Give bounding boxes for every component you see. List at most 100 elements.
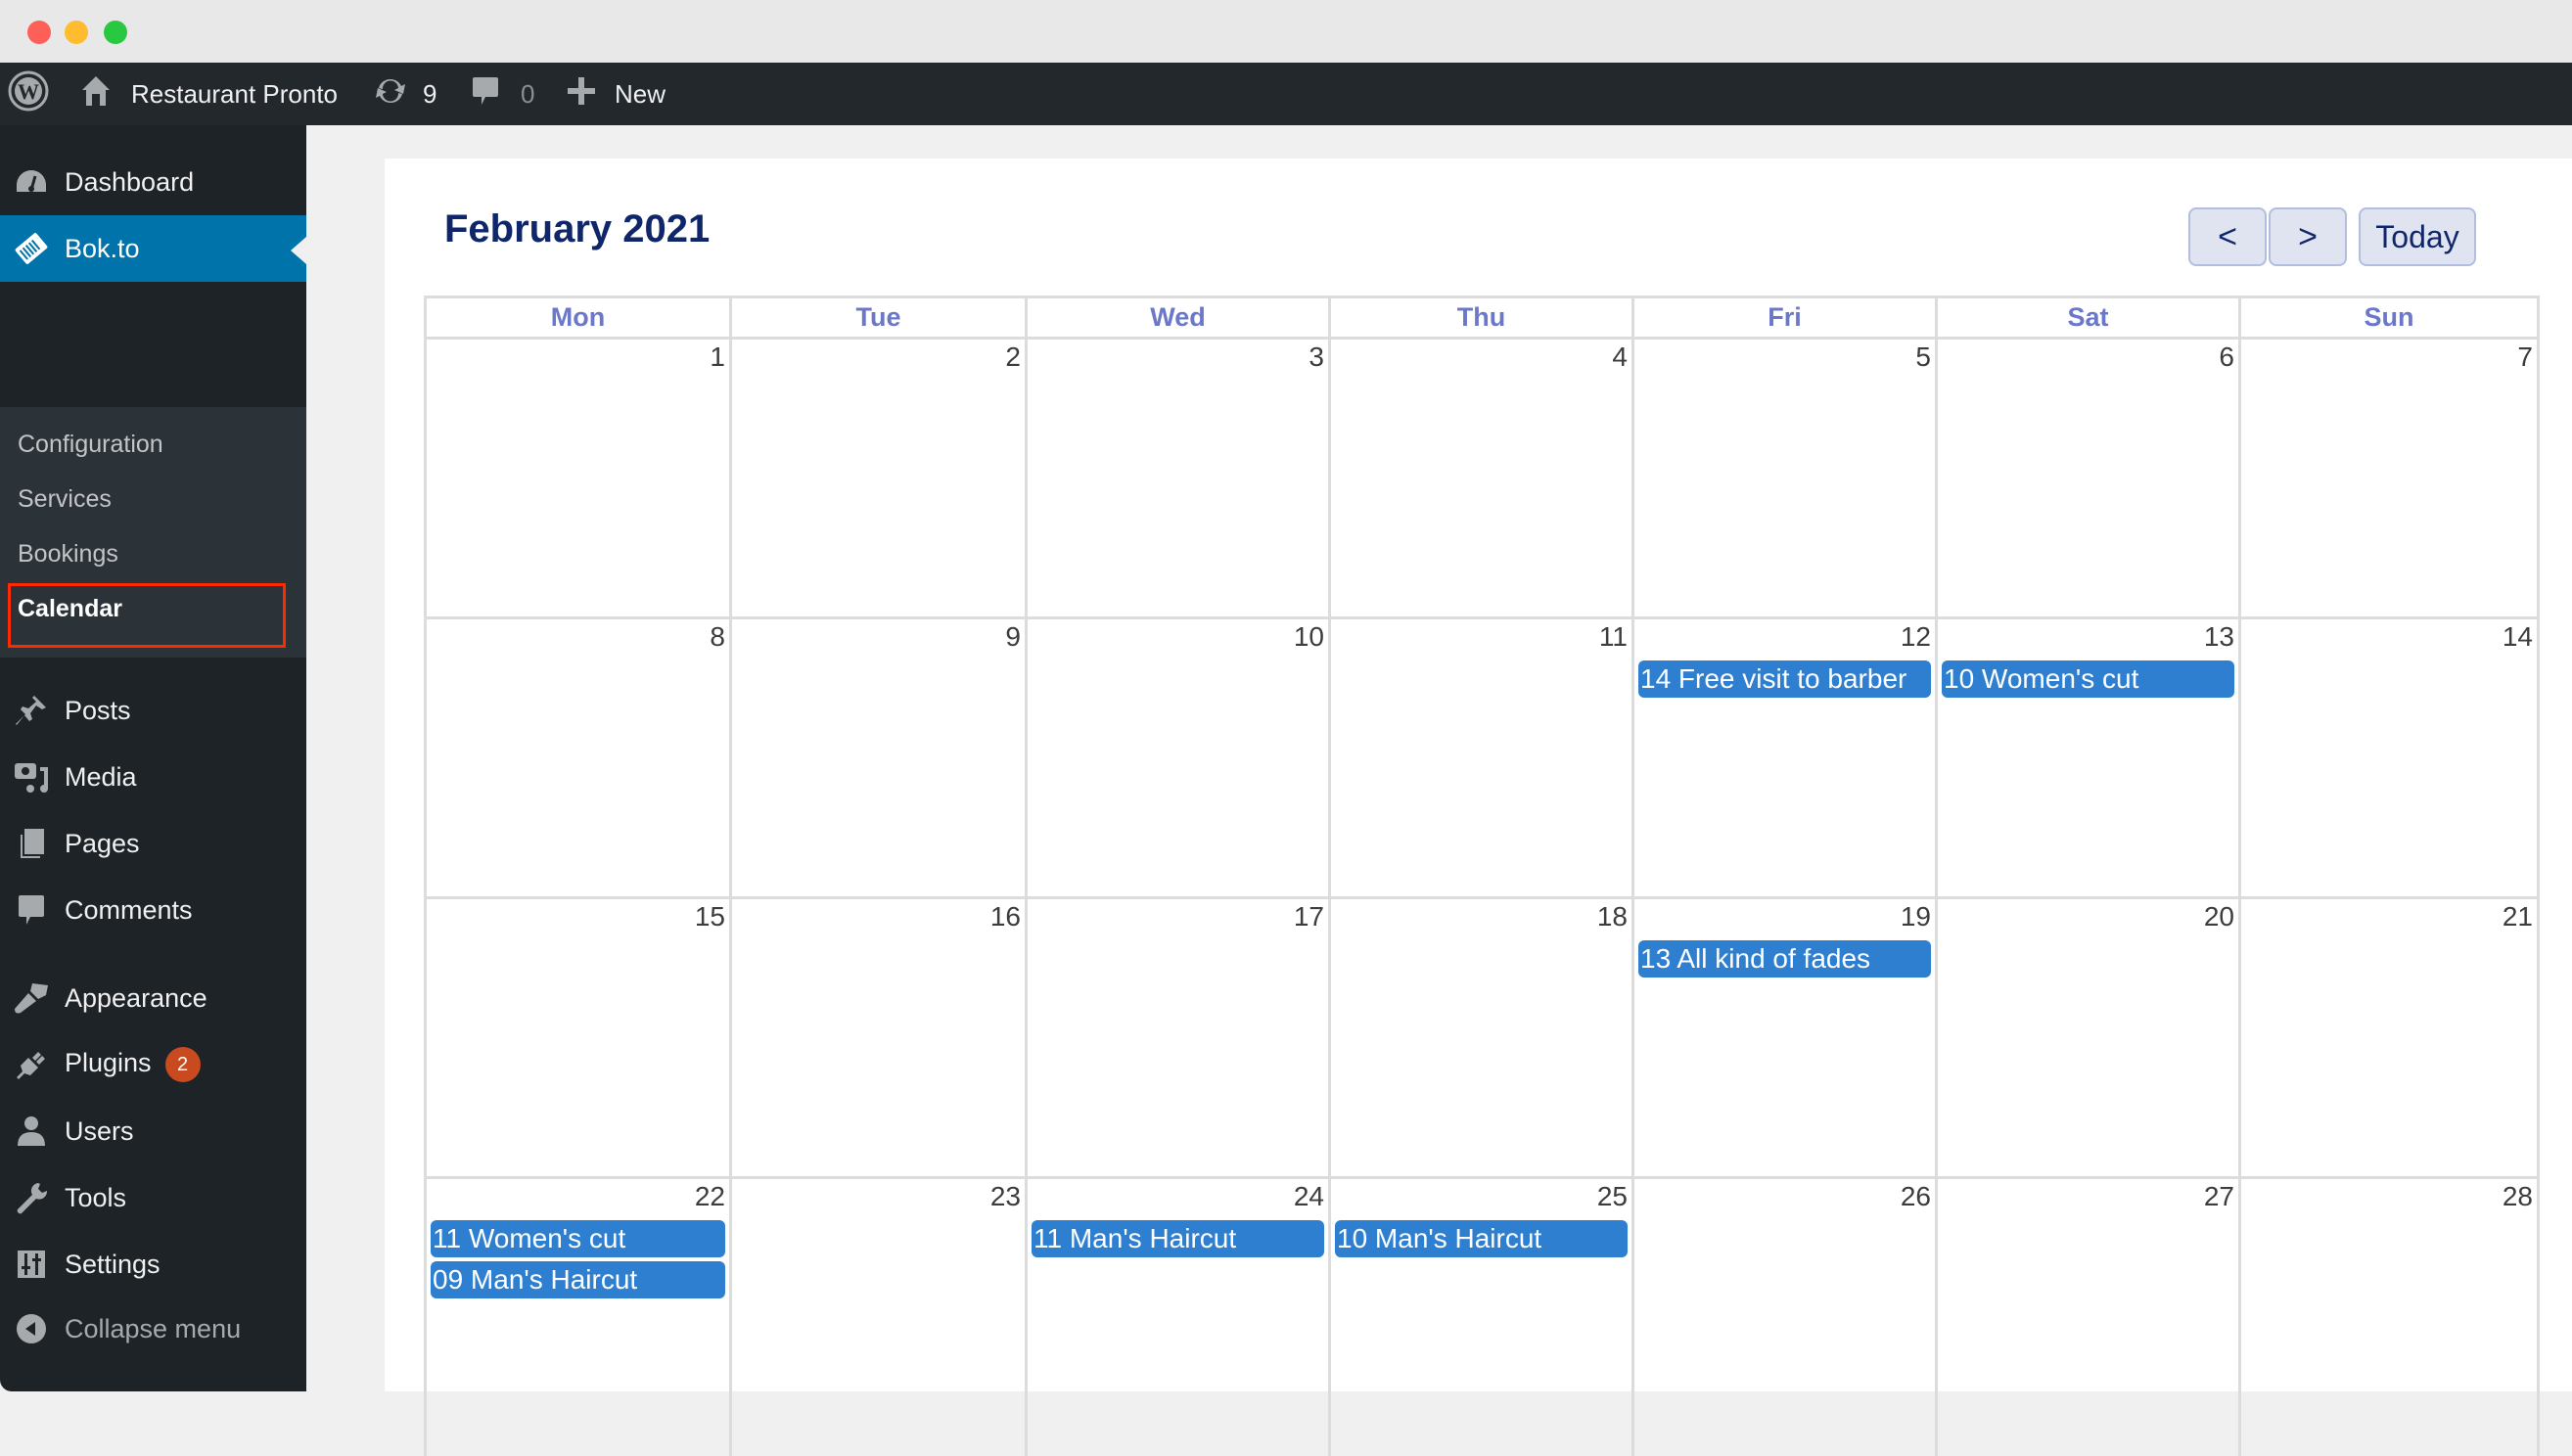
day-number: 12 (1900, 621, 1931, 652)
calendar-event[interactable]: 09 Man's Haircut (431, 1261, 725, 1298)
wordpress-logo-button[interactable]: W (8, 63, 49, 125)
weekday-header: Fri (1631, 296, 1935, 337)
calendar-day-cell[interactable]: 19 13 All kind of fades (1631, 896, 1935, 1176)
day-number: 1 (710, 341, 725, 372)
sidebar-item-pages[interactable]: Pages (0, 810, 306, 877)
day-events: 11 Women's cut 09 Man's Haircut (431, 1220, 725, 1302)
calendar-day-cell[interactable]: 14 (2238, 616, 2540, 896)
sidebar-item-appearance[interactable]: Appearance (0, 965, 306, 1031)
day-events: 11 Man's Haircut (1032, 1220, 1324, 1261)
sidebar-item-settings[interactable]: Settings (0, 1231, 306, 1297)
day-number: 13 (2203, 621, 2234, 652)
day-number: 19 (1900, 901, 1931, 932)
media-icon (12, 757, 51, 796)
day-number: 2 (1005, 341, 1021, 372)
collapse-menu-button[interactable]: Collapse menu (0, 1296, 306, 1362)
calendar-week-row: 1 2 3 4 5 6 7 (424, 337, 2540, 616)
day-number: 7 (2517, 341, 2533, 372)
minimize-window-button[interactable] (65, 21, 88, 44)
sidebar-item-label: Media (65, 761, 137, 792)
calendar-month-title: February 2021 (444, 207, 711, 250)
weekday-header-row: Mon Tue Wed Thu Fri Sat Sun (424, 296, 2540, 337)
calendar-day-cell[interactable]: 2 (729, 337, 1025, 616)
calendar-day-cell[interactable]: 12 14 Free visit to barber (1631, 616, 1935, 896)
paintbrush-icon (12, 978, 51, 1018)
sidebar-item-comments[interactable]: Comments (0, 877, 306, 943)
calendar-day-cell[interactable]: 25 10 Man's Haircut (1328, 1176, 1631, 1456)
calendar-event[interactable]: 13 All kind of fades (1638, 940, 1931, 978)
calendar-event[interactable]: 14 Free visit to barber (1638, 660, 1931, 698)
calendar-day-cell[interactable]: 26 (1631, 1176, 1935, 1456)
calendar-day-cell[interactable]: 1 (424, 337, 729, 616)
day-number: 23 (989, 1181, 1021, 1211)
sidebar-item-tools[interactable]: Tools (0, 1164, 306, 1231)
calendar-day-cell[interactable]: 6 (1935, 337, 2238, 616)
weekday-header: Sun (2238, 296, 2540, 337)
calendar-day-cell[interactable]: 10 (1025, 616, 1328, 896)
calendar-day-cell[interactable]: 28 (2238, 1176, 2540, 1456)
sidebar-item-label: Collapse menu (65, 1313, 242, 1343)
calendar-day-cell[interactable]: 20 (1935, 896, 2238, 1176)
sidebar-item-posts[interactable]: Posts (0, 677, 306, 744)
sidebar-item-dashboard[interactable]: Dashboard (0, 149, 306, 215)
day-number: 25 (1596, 1181, 1628, 1211)
sidebar-item-plugins[interactable]: Plugins 2 (0, 1031, 306, 1098)
submenu-item-bookings[interactable]: Bookings (18, 540, 118, 569)
sidebar-item-bokto[interactable]: Bok.to (0, 215, 306, 282)
calendar-day-cell[interactable]: 8 (424, 616, 729, 896)
sidebar-item-media[interactable]: Media (0, 744, 306, 810)
calendar-week-row: 15 16 17 18 19 13 All kind of fades 20 21 (424, 896, 2540, 1176)
submenu-item-services[interactable]: Services (18, 485, 112, 514)
sidebar-item-label: Comments (65, 894, 193, 925)
calendar-day-cell[interactable]: 24 11 Man's Haircut (1025, 1176, 1328, 1456)
new-content-button[interactable]: New (568, 63, 666, 125)
day-number: 9 (1005, 621, 1021, 652)
updates-link[interactable]: 9 (374, 63, 436, 125)
day-number: 16 (989, 901, 1021, 932)
admin-bar: W Restaurant Pronto 9 0 New (0, 63, 2572, 125)
calendar-week-row: 8 9 10 11 12 14 Free visit to barber 13 10 Wome… (424, 616, 2540, 896)
maximize-window-button[interactable] (104, 21, 127, 44)
calendar-day-cell[interactable]: 27 (1935, 1176, 2238, 1456)
calendar-event[interactable]: 11 Man's Haircut (1032, 1220, 1324, 1257)
calendar-weeks: 1 2 3 4 5 6 7 8 9 10 11 12 14 Free visit to barber 13… (424, 337, 2540, 1456)
calendar-day-cell[interactable]: 7 (2238, 337, 2540, 616)
calendar-day-cell[interactable]: 9 (729, 616, 1025, 896)
calendar-day-cell[interactable]: 21 (2238, 896, 2540, 1176)
site-name-link[interactable]: Restaurant Pronto (80, 63, 338, 125)
calendar-day-cell[interactable]: 23 (729, 1176, 1025, 1456)
calendar-day-cell[interactable]: 22 11 Women's cut 09 Man's Haircut (424, 1176, 729, 1456)
settings-icon (12, 1245, 51, 1284)
sidebar-item-label: Posts (65, 695, 131, 725)
submenu-item-configuration[interactable]: Configuration (18, 431, 163, 459)
sidebar-item-users[interactable]: Users (0, 1098, 306, 1164)
day-number: 18 (1596, 901, 1628, 932)
calendar-day-cell[interactable]: 11 (1328, 616, 1631, 896)
day-events: 14 Free visit to barber (1638, 660, 1931, 702)
comment-icon (472, 75, 499, 114)
plus-icon (568, 76, 595, 112)
comments-link[interactable]: 0 (472, 63, 534, 125)
wordpress-logo-icon: W (8, 70, 49, 118)
calendar-day-cell[interactable]: 3 (1025, 337, 1328, 616)
calendar-day-cell[interactable]: 15 (424, 896, 729, 1176)
previous-month-button[interactable]: < (2188, 207, 2267, 266)
calendar-day-cell[interactable]: 5 (1631, 337, 1935, 616)
calendar-day-cell[interactable]: 18 (1328, 896, 1631, 1176)
calendar-day-cell[interactable]: 16 (729, 896, 1025, 1176)
day-number: 4 (1612, 341, 1628, 372)
day-number: 17 (1293, 901, 1324, 932)
calendar-day-cell[interactable]: 13 10 Women's cut (1935, 616, 2238, 896)
next-month-button[interactable]: > (2269, 207, 2347, 266)
day-events: 13 All kind of fades (1638, 940, 1931, 981)
calendar-day-cell[interactable]: 17 (1025, 896, 1328, 1176)
calendar-event[interactable]: 10 Man's Haircut (1335, 1220, 1628, 1257)
close-window-button[interactable] (27, 21, 51, 44)
calendar-event[interactable]: 10 Women's cut (1942, 660, 2234, 698)
today-button[interactable]: Today (2359, 207, 2476, 266)
calendar-event[interactable]: 11 Women's cut (431, 1220, 725, 1257)
calendar-grid: Mon Tue Wed Thu Fri Sat Sun 1 2 3 4 5 6 7 8 9 10 1… (424, 296, 2540, 1456)
pages-icon (12, 824, 51, 863)
day-number: 8 (710, 621, 725, 652)
calendar-day-cell[interactable]: 4 (1328, 337, 1631, 616)
